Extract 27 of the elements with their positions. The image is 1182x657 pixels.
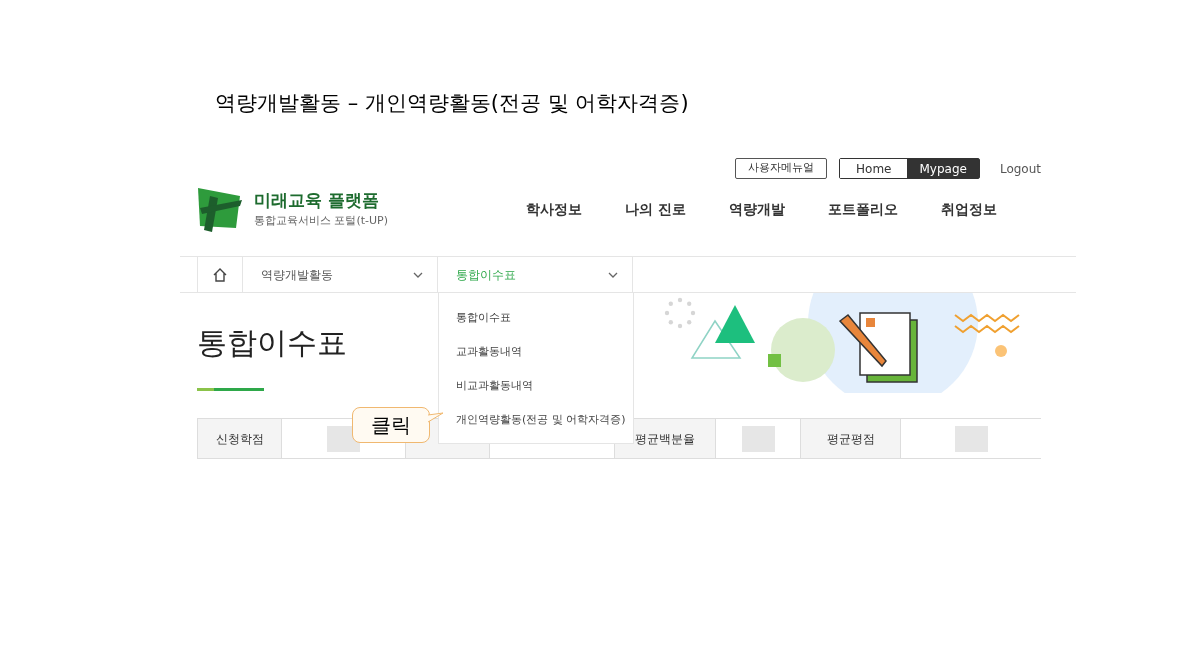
chevron-icon xyxy=(608,271,618,278)
logo-subtitle: 통합교육서비스 포털(t-UP) xyxy=(254,212,389,229)
breadcrumb-select[interactable]: 역량개발활동 xyxy=(243,257,438,292)
slide-caption: 역량개발활동 – 개인역량활동(전공 및 어학자격증) xyxy=(215,90,690,117)
logout-link[interactable]: Logout xyxy=(999,159,1041,178)
chevron-icon xyxy=(413,271,423,278)
nav-link[interactable]: 학사정보 xyxy=(526,198,582,220)
nav-link[interactable]: 취업정보 xyxy=(940,198,997,220)
manual-button[interactable]: 사용자메뉴얼 xyxy=(735,158,828,179)
masked-value xyxy=(741,425,775,452)
nav-link[interactable]: 역량개발 xyxy=(728,198,785,220)
table-header-cell: 평균평점 xyxy=(801,419,901,458)
home-icon xyxy=(213,267,227,282)
nav-link[interactable]: 포트폴리오 xyxy=(827,198,898,220)
dropdown-item[interactable]: 교과활동내역 xyxy=(439,335,633,369)
table-header-cell: 신청학점 xyxy=(198,419,282,458)
logo-title: 미래교육 플랫폼 xyxy=(254,189,380,210)
dropdown-item[interactable]: 개인역량활동(전공 및 어학자격증) xyxy=(439,403,633,437)
segment-tab[interactable]: Mypage xyxy=(907,159,979,178)
masked-value xyxy=(954,425,988,452)
logo-icon xyxy=(196,186,242,232)
home-button[interactable] xyxy=(197,257,243,292)
page-title: 통합이수표 xyxy=(197,324,347,362)
dropdown-item[interactable]: 통합이수표 xyxy=(439,301,633,335)
callout-pointer-icon xyxy=(428,412,444,424)
nav-link[interactable]: 나의 진로 xyxy=(625,198,686,220)
dropdown-item[interactable]: 비교과활동내역 xyxy=(439,369,633,403)
